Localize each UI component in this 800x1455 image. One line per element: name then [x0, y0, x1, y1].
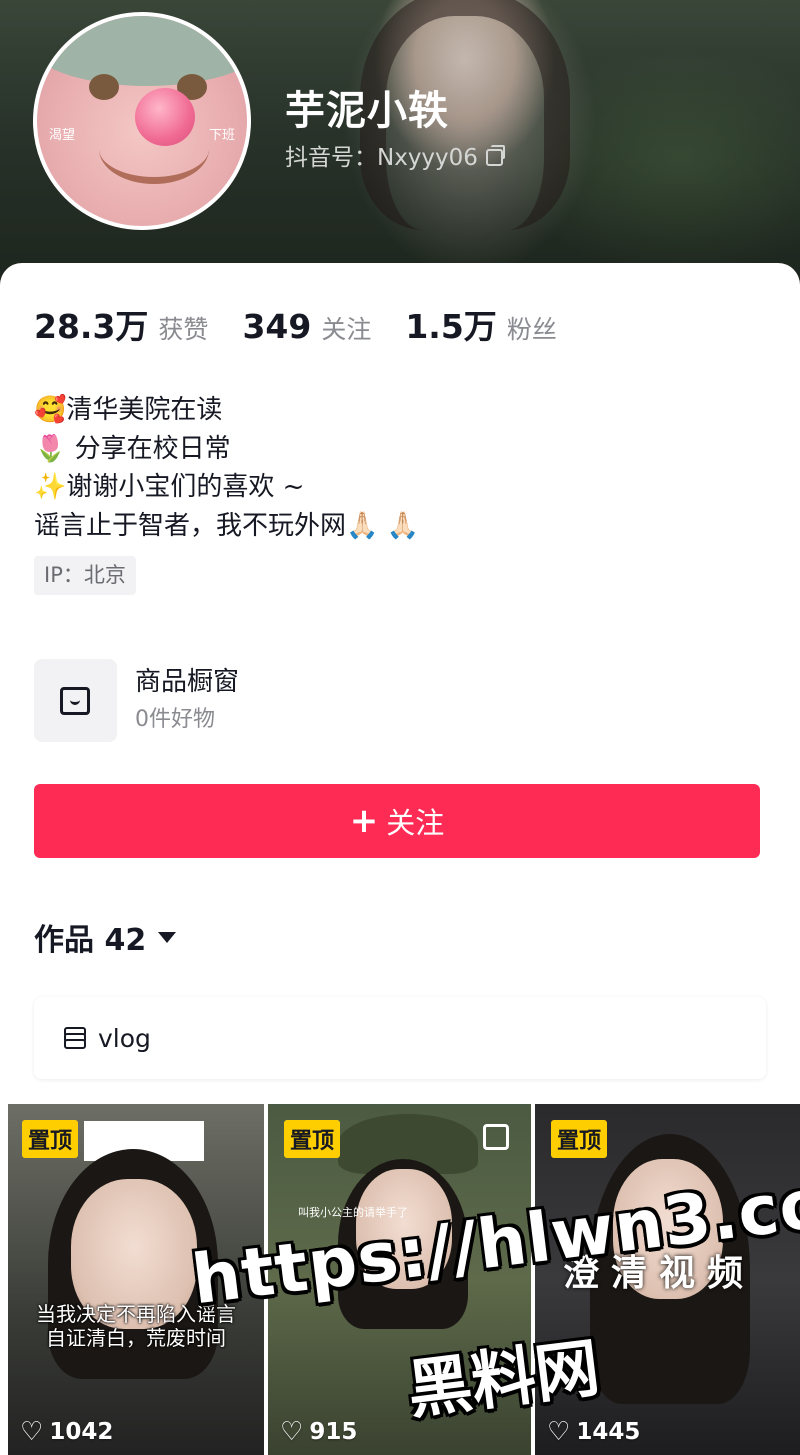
profile-name: 芋泥小轶	[285, 88, 449, 134]
stat-following-value: 349	[242, 307, 312, 346]
bio-text-2: 分享在校日常	[66, 433, 231, 464]
follow-button-label: 关注	[386, 806, 445, 840]
avatar-text-left: 渴望	[49, 128, 76, 143]
bio-line-1: 🥰清华美院在读	[34, 391, 419, 430]
smiling-hearts-emoji: 🥰	[34, 395, 67, 425]
pinned-badge: 置顶	[284, 1120, 341, 1158]
shop-title: 商品橱窗	[135, 667, 240, 697]
stat-followers[interactable]: 1.5万 粉丝	[405, 300, 556, 348]
multi-image-icon	[483, 1124, 509, 1150]
like-count: ♡ 1042	[20, 1417, 113, 1447]
works-tab[interactable]: 作品 42	[34, 915, 177, 959]
shopping-bag-icon	[34, 659, 117, 742]
collection-label: vlog	[98, 1023, 151, 1053]
bio: 🥰清华美院在读 🌷 分享在校日常 ✨谢谢小宝们的喜欢 ~ 谣言止于智者，我不玩外…	[34, 391, 419, 545]
bio-line-3: ✨谢谢小宝们的喜欢 ~	[34, 468, 419, 507]
caret-down-icon	[158, 931, 177, 943]
stat-likes-label: 获赞	[158, 315, 209, 344]
like-count: ♡ 1445	[547, 1417, 640, 1447]
bio-text-3: 谢谢小宝们的喜欢 ~	[66, 472, 305, 502]
avatar-text-right: 下班	[209, 128, 236, 143]
heart-icon: ♡	[280, 1417, 304, 1447]
shop-subtitle: 0件好物	[135, 707, 215, 732]
stats-row: 28.3万 获赞 349 关注 1.5万 粉丝	[34, 300, 591, 348]
shop-window[interactable]: 商品橱窗 0件好物	[34, 659, 239, 742]
douyin-id-row[interactable]: 抖音号：Nxyyy06	[285, 138, 505, 172]
like-count-value: 1042	[49, 1419, 114, 1445]
stat-likes-value: 28.3万	[34, 307, 149, 346]
avatar-cap	[37, 16, 247, 86]
works-label: 作品 42	[34, 923, 147, 958]
stat-following[interactable]: 349 关注	[242, 307, 371, 346]
bio-line-4: 谣言止于智者，我不玩外网🙏🏻 🙏🏻	[34, 507, 419, 546]
like-count: ♡ 915	[280, 1417, 357, 1447]
heart-icon: ♡	[547, 1417, 571, 1447]
avatar[interactable]: 渴望 下班	[33, 12, 251, 230]
ip-location-tag: IP：北京	[34, 556, 136, 595]
stat-followers-label: 粉丝	[506, 315, 557, 344]
pray-emoji: 🙏🏻 🙏🏻	[346, 510, 420, 541]
bio-text-1: 清华美院在读	[66, 395, 223, 425]
pinned-badge: 置顶	[22, 1120, 79, 1158]
video-1-caption-2: 自证清白，荒废时间	[46, 1326, 226, 1350]
bio-line-2: 🌷 分享在校日常	[34, 430, 419, 469]
stat-likes[interactable]: 28.3万 获赞	[34, 300, 208, 348]
heart-icon: ♡	[20, 1417, 44, 1447]
like-count-value: 915	[309, 1419, 358, 1445]
pinned-badge: 置顶	[551, 1120, 608, 1158]
douyin-id: 抖音号：Nxyyy06	[285, 145, 478, 171]
bio-text-4: 谣言止于智者，我不玩外网	[34, 510, 347, 541]
like-count-value: 1445	[576, 1419, 641, 1445]
follow-button[interactable]: + 关注	[34, 784, 760, 858]
collection-vlog[interactable]: vlog	[34, 997, 766, 1079]
copy-icon[interactable]	[485, 145, 505, 166]
avatar-eye-left	[89, 74, 119, 100]
tulip-emoji: 🌷	[34, 433, 67, 464]
plus-icon: +	[349, 801, 379, 841]
stack-icon	[62, 1025, 88, 1051]
avatar-nose	[135, 88, 195, 146]
stat-followers-value: 1.5万	[405, 307, 497, 346]
stat-following-label: 关注	[321, 315, 372, 344]
sparkles-emoji: ✨	[34, 472, 67, 502]
